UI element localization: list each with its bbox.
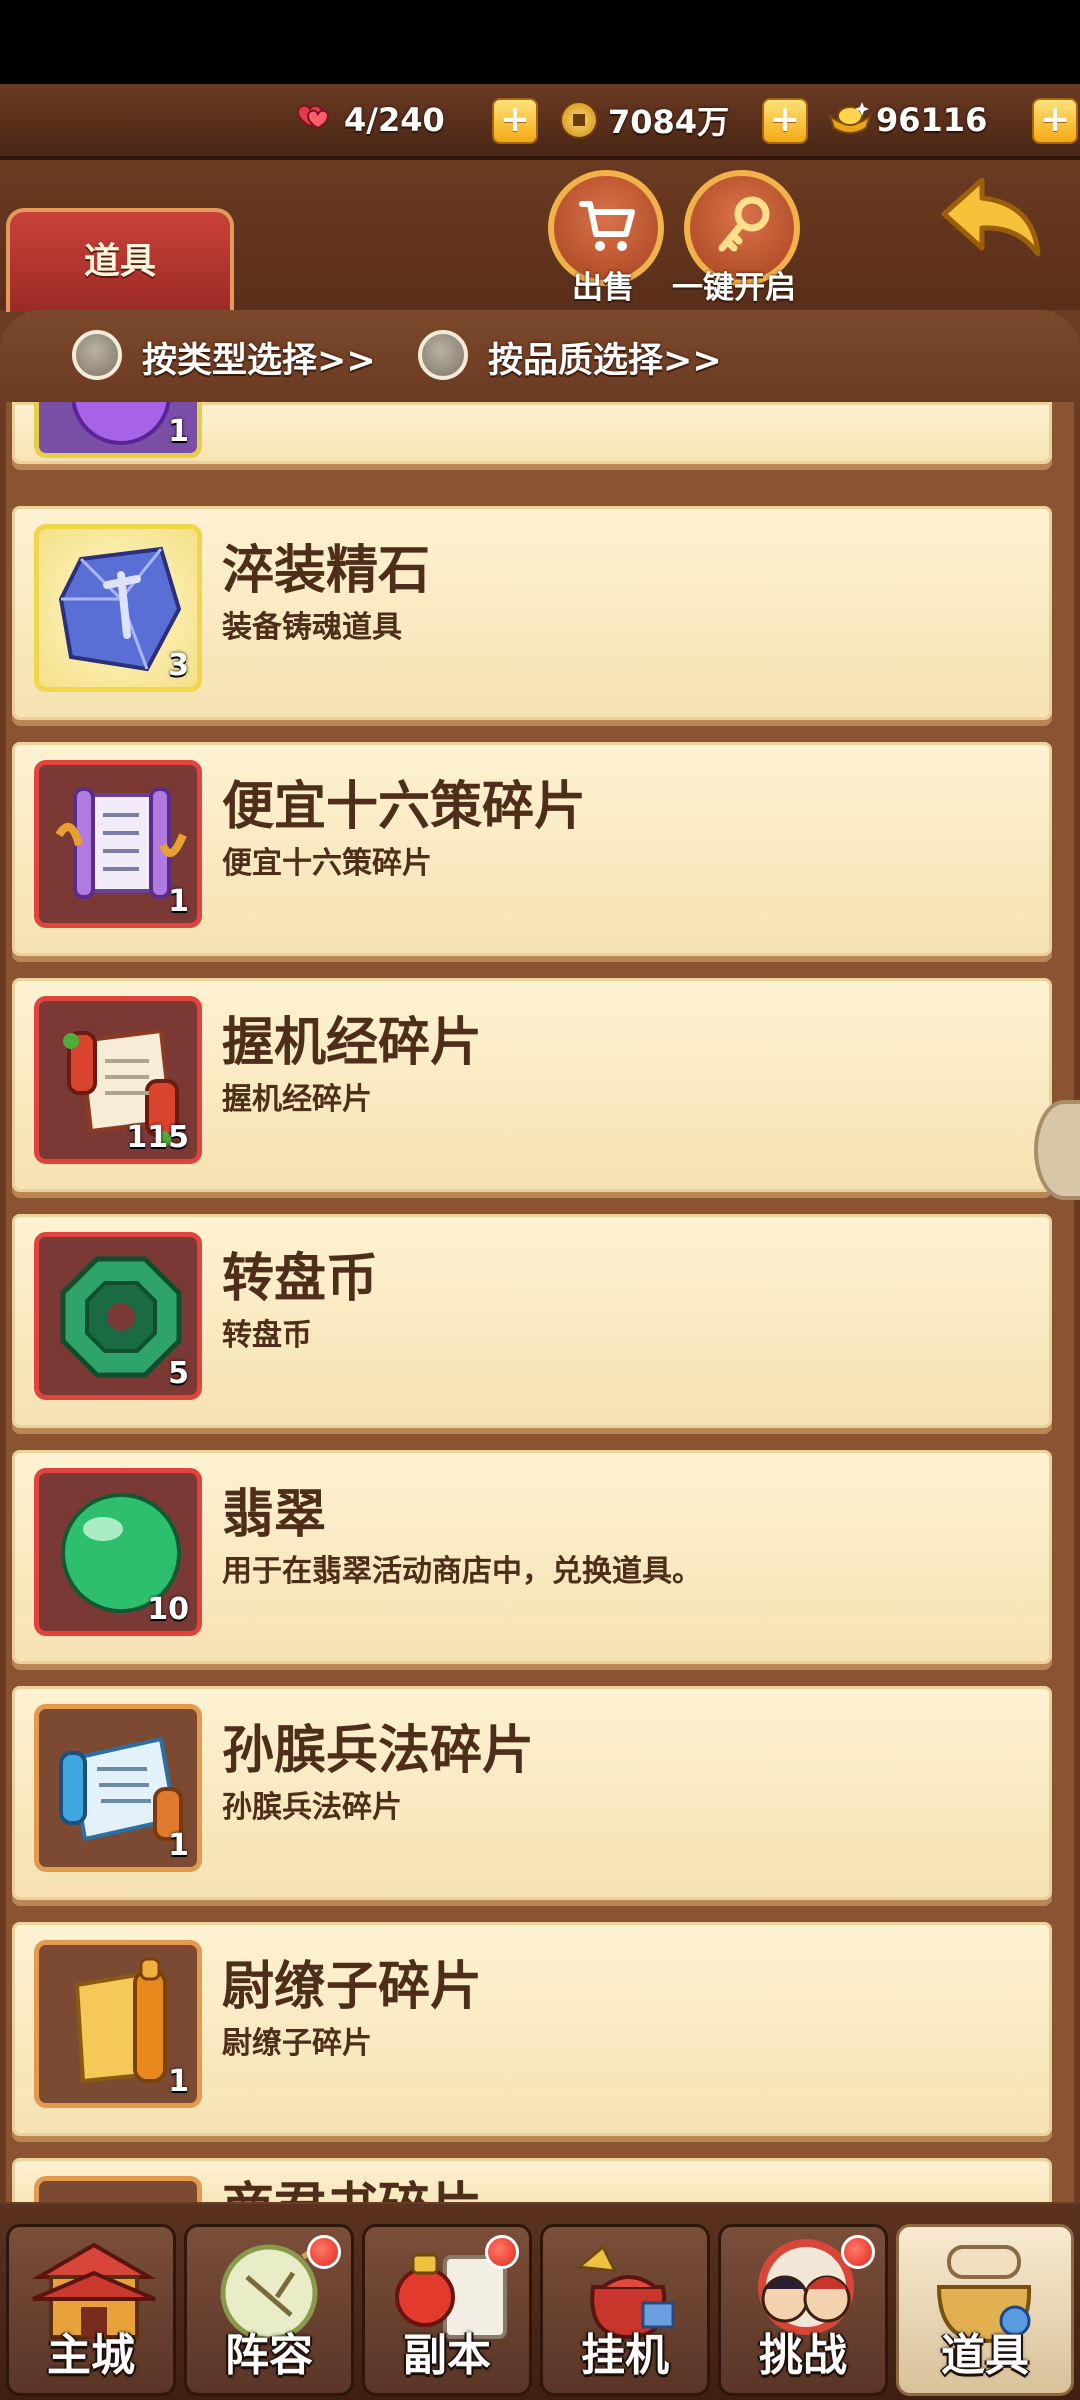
nav-lineup[interactable]: 阵容: [184, 2224, 354, 2396]
type-filter-label[interactable]: 按类型选择>>: [142, 332, 376, 383]
ingot-value: 96116: [876, 101, 988, 139]
item-name: 孙膑兵法碎片: [222, 1721, 535, 1781]
item-name: 翡翠: [222, 1485, 327, 1545]
nav-label: 副本: [403, 2330, 491, 2381]
items-header: 道具 出售 一键开启: [0, 160, 1080, 312]
back-arrow-icon: [941, 177, 1041, 257]
item-quantity: 115: [126, 1120, 189, 1155]
item-icon-frame: 10: [34, 1468, 202, 1636]
list-item[interactable]: 5 转盘币 转盘币: [12, 1214, 1052, 1428]
item-quantity: 1: [168, 884, 189, 919]
item-list[interactable]: 1 3 淬装精石 装备铸魂道具 1 便宜十六策碎片 便宜十六策碎片 115 握机…: [0, 402, 1080, 2202]
notification-badge: [307, 2235, 341, 2269]
coin-resource: 7084万: [560, 96, 729, 144]
list-item-partial-top[interactable]: 1: [12, 402, 1052, 464]
ingot-resource: 96116: [826, 96, 987, 144]
item-quantity: 1: [168, 414, 189, 449]
item-name: 商君书碎片: [222, 2176, 482, 2202]
item-icon-frame: [34, 2176, 202, 2202]
nav-label: 阵容: [225, 2330, 313, 2381]
item-icon-frame: 1: [34, 1704, 202, 1872]
resource-bar: 4/240 + 7084万 + 96116 +: [0, 84, 1080, 160]
notification-badge: [485, 2235, 519, 2269]
item-description: 尉缭子碎片: [222, 2026, 372, 2061]
coin-icon: [560, 101, 598, 139]
stamina-resource: 4/240: [290, 96, 445, 144]
open-all-label: 一键开启: [672, 270, 796, 306]
nav-dungeon[interactable]: 副本: [362, 2224, 532, 2396]
add-ingot-button[interactable]: +: [1032, 98, 1078, 144]
item-quantity: 1: [168, 1828, 189, 1863]
tab-items[interactable]: 道具: [6, 208, 234, 312]
item-icon-frame: 1: [34, 1940, 202, 2108]
back-button[interactable]: [938, 174, 1048, 268]
nav-idle[interactable]: 挂机: [540, 2224, 710, 2396]
status-bar: [0, 0, 1080, 84]
item-description: 转盘币: [222, 1318, 312, 1353]
add-coin-button[interactable]: +: [762, 98, 808, 144]
item-name: 便宜十六策碎片: [222, 777, 587, 837]
nav-main-city[interactable]: 主城: [6, 2224, 176, 2396]
cart-icon: [579, 201, 635, 251]
gold-ingot-icon: [826, 98, 874, 142]
item-quantity: 1: [168, 2064, 189, 2099]
item-name: 握机经碎片: [222, 1013, 483, 1073]
sell-label: 出售: [572, 270, 634, 306]
key-icon: [718, 196, 770, 252]
filter-bar: 按类型选择>> 按品质选择>>: [0, 310, 1080, 402]
item-description: 握机经碎片: [222, 1082, 372, 1117]
coin-value: 7084万: [608, 103, 730, 141]
list-item-partial-bottom[interactable]: 商君书碎片: [12, 2158, 1052, 2202]
nav-label: 主城: [47, 2330, 135, 2381]
nav-label: 道具: [941, 2330, 1029, 2381]
quality-filter-label[interactable]: 按品质选择>>: [488, 332, 722, 383]
nav-label: 挑战: [759, 2330, 847, 2381]
type-filter-radio[interactable]: [72, 330, 122, 380]
quality-filter-radio[interactable]: [418, 330, 468, 380]
item-quantity: 3: [168, 648, 189, 683]
heart-icon: [290, 98, 334, 142]
item-name: 转盘币: [222, 1249, 379, 1309]
list-item[interactable]: 1 孙膑兵法碎片 孙膑兵法碎片: [12, 1686, 1052, 1900]
bottom-nav: 主城 阵容 副本 挂机 挑战 道具: [0, 2204, 1080, 2400]
item-description: 装备铸魂道具: [222, 610, 402, 645]
item-description: 便宜十六策碎片: [222, 846, 432, 881]
item-icon-frame: 5: [34, 1232, 202, 1400]
nav-items[interactable]: 道具: [896, 2224, 1074, 2396]
add-stamina-button[interactable]: +: [492, 98, 538, 144]
item-icon-frame: 3: [34, 524, 202, 692]
stamina-value: 4/240: [344, 101, 445, 139]
notification-badge: [841, 2235, 875, 2269]
item-quantity: 5: [168, 1356, 189, 1391]
list-item[interactable]: 1 便宜十六策碎片 便宜十六策碎片: [12, 742, 1052, 956]
item-icon-frame: 1: [34, 760, 202, 928]
item-description: 孙膑兵法碎片: [222, 1790, 402, 1825]
list-item[interactable]: 10 翡翠 用于在翡翠活动商店中，兑换道具。: [12, 1450, 1052, 1664]
list-item[interactable]: 1 尉缭子碎片 尉缭子碎片: [12, 1922, 1052, 2136]
nav-challenge[interactable]: 挑战: [718, 2224, 888, 2396]
nav-label: 挂机: [581, 2330, 669, 2381]
item-icon-frame: 1: [34, 402, 202, 458]
item-icon-frame: 115: [34, 996, 202, 1164]
item-description: 用于在翡翠活动商店中，兑换道具。: [222, 1554, 702, 1589]
item-name: 淬装精石: [222, 541, 431, 601]
item-name: 尉缭子碎片: [222, 1957, 483, 2017]
list-item[interactable]: 3 淬装精石 装备铸魂道具: [12, 506, 1052, 720]
item-quantity: 10: [147, 1592, 189, 1627]
list-item[interactable]: 115 握机经碎片 握机经碎片: [12, 978, 1052, 1192]
